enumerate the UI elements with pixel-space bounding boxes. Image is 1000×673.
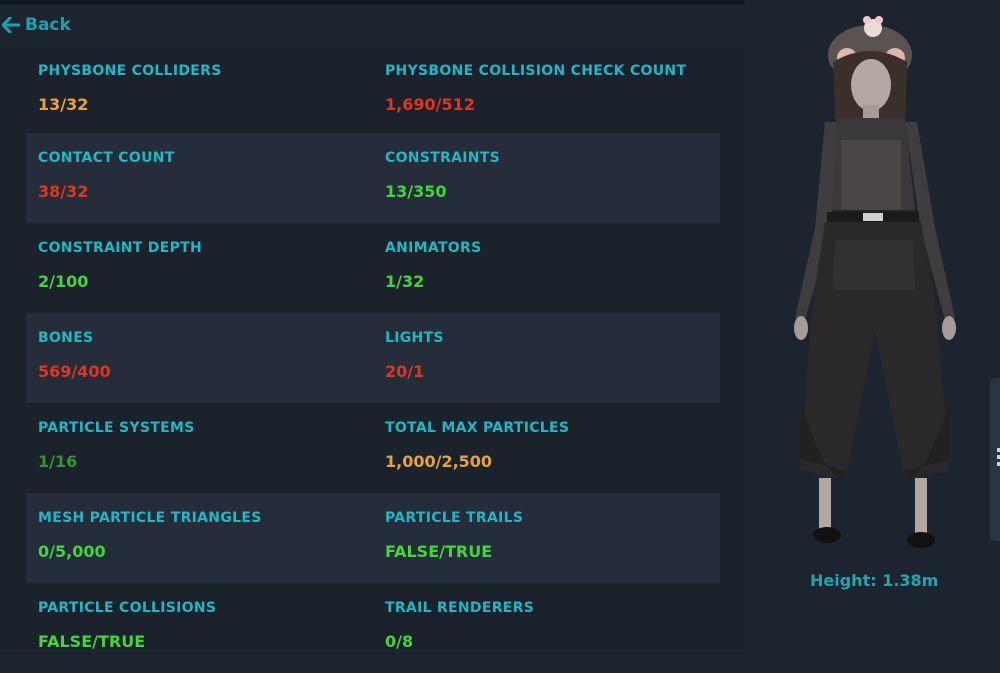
- stat-value: 1/16: [38, 452, 78, 471]
- stat-label: PARTICLE COLLISIONS: [38, 600, 217, 616]
- stat-value: 1/32: [385, 272, 425, 291]
- stat-label: PHYSBONE COLLISION CHECK COUNT: [385, 63, 687, 79]
- stat-row: BONES 569/400 LIGHTS 20/1: [26, 313, 720, 403]
- stat-value: FALSE/TRUE: [385, 542, 493, 561]
- stat-row: CONSTRAINT DEPTH 2/100 ANIMATORS 1/32: [26, 223, 720, 313]
- back-label: Back: [25, 15, 71, 35]
- stat-label: TRAIL RENDERERS: [385, 600, 535, 616]
- stat-value: 13/350: [385, 182, 447, 201]
- stat-row: MESH PARTICLE TRIANGLES 0/5,000 PARTICLE T…: [26, 493, 720, 583]
- stat-value: 1,690/512: [385, 95, 475, 114]
- stat-cell: PARTICLE COLLISIONS FALSE/TRUE: [38, 583, 368, 673]
- arrow-left-icon: [2, 17, 20, 33]
- stat-cell: PARTICLE TRAILS FALSE/TRUE: [385, 493, 715, 583]
- stat-cell: BONES 569/400: [38, 313, 368, 403]
- performance-stats-panel[interactable]: PHYSBONE COLLIDERS 13/32 PHYSBONE COLLISIO…: [0, 46, 745, 651]
- stat-value: 0/5,000: [38, 542, 106, 561]
- stat-label: CONSTRAINTS: [385, 150, 500, 166]
- stat-cell: CONSTRAINTS 13/350: [385, 133, 715, 223]
- stat-value: 13/32: [38, 95, 89, 114]
- stat-label: ANIMATORS: [385, 240, 482, 256]
- avatar-preview[interactable]: [745, 0, 1000, 649]
- stat-value: 20/1: [385, 362, 425, 381]
- stat-cell: PARTICLE SYSTEMS 1/16: [38, 403, 368, 493]
- stat-value: 1,000/2,500: [385, 452, 493, 471]
- stat-label: BONES: [38, 330, 94, 346]
- stat-cell: TOTAL MAX PARTICLES 1,000/2,500: [385, 403, 715, 493]
- stat-label: PHYSBONE COLLIDERS: [38, 63, 222, 79]
- stat-cell: CONSTRAINT DEPTH 2/100: [38, 223, 368, 313]
- stat-label: CONSTRAINT DEPTH: [38, 240, 203, 256]
- stat-label: CONTACT COUNT: [38, 150, 175, 166]
- stat-row: PHYSBONE COLLIDERS 13/32 PHYSBONE COLLISIO…: [26, 46, 720, 136]
- stat-label: LIGHTS: [385, 330, 444, 346]
- stat-row: PARTICLE COLLISIONS FALSE/TRUE TRAIL RENDE…: [26, 583, 720, 673]
- stat-cell: MESH PARTICLE TRIANGLES 0/5,000: [38, 493, 368, 583]
- stat-cell: PHYSBONE COLLIDERS 13/32: [38, 46, 368, 136]
- stat-cell: ANIMATORS 1/32: [385, 223, 715, 313]
- stat-value: 0/8: [385, 632, 414, 651]
- avatar-height: Height: 1.38m: [810, 571, 939, 590]
- stat-value: 2/100: [38, 272, 89, 291]
- stat-cell: CONTACT COUNT 38/32: [38, 133, 368, 223]
- stat-label: MESH PARTICLE TRIANGLES: [38, 510, 262, 526]
- avatar-figure: [794, 16, 956, 548]
- stat-label: TOTAL MAX PARTICLES: [385, 420, 570, 436]
- stat-value: 38/32: [38, 182, 89, 201]
- stat-value: 569/400: [38, 362, 111, 381]
- stat-label: PARTICLE TRAILS: [385, 510, 524, 526]
- stat-row: PARTICLE SYSTEMS 1/16 TOTAL MAX PARTICLES 1…: [26, 403, 720, 493]
- stat-cell: TRAIL RENDERERS 0/8: [385, 583, 715, 673]
- stat-label: PARTICLE SYSTEMS: [38, 420, 195, 436]
- back-button[interactable]: Back: [2, 13, 71, 37]
- stat-cell: LIGHTS 20/1: [385, 313, 715, 403]
- stat-row: CONTACT COUNT 38/32 CONSTRAINTS 13/350: [26, 133, 720, 223]
- stat-value: FALSE/TRUE: [38, 632, 146, 651]
- stat-cell: PHYSBONE COLLISION CHECK COUNT 1,690/512: [385, 46, 715, 136]
